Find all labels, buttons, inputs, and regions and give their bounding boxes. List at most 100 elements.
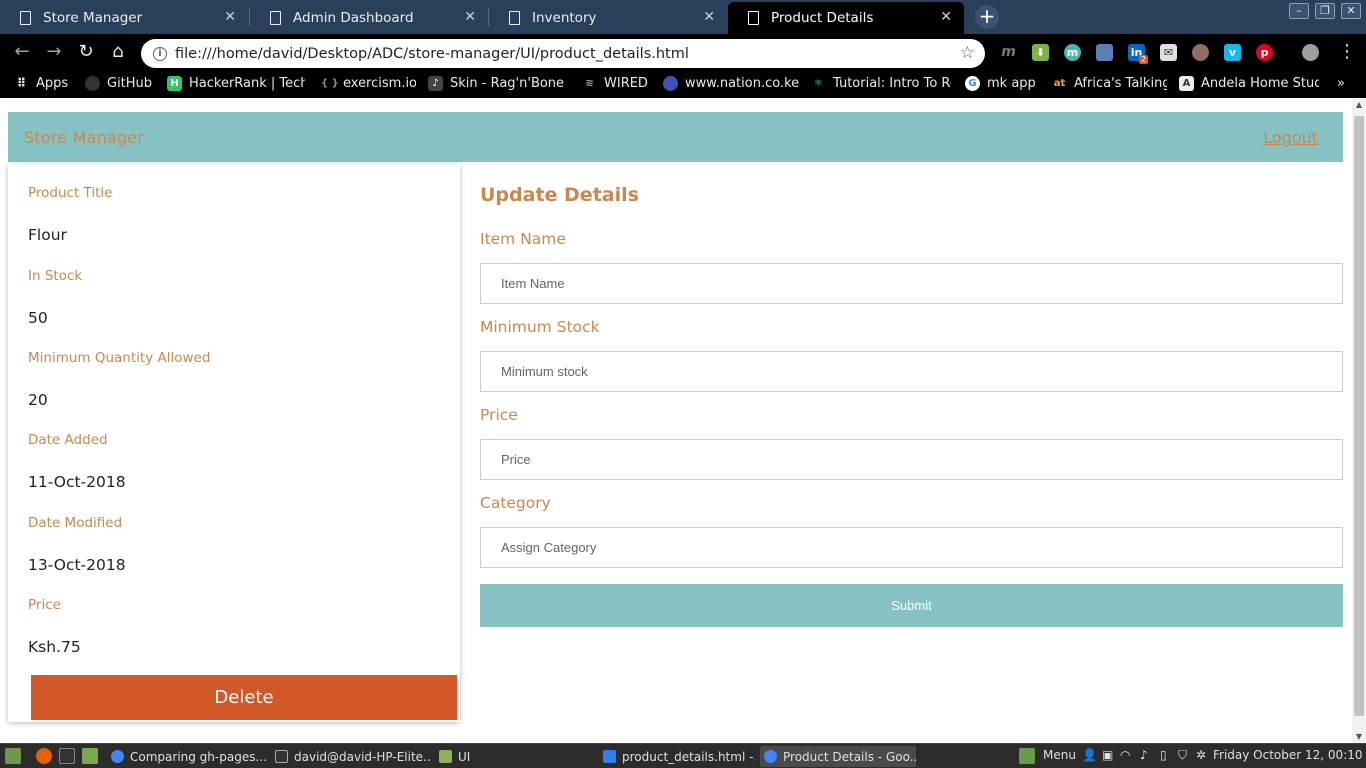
page-scrollbar[interactable]: ▲ ▼ <box>1352 98 1366 743</box>
wifi-icon[interactable]: ◠ <box>1120 748 1130 762</box>
min-quantity-value: 20 <box>28 391 48 409</box>
tab-product-details[interactable]: Product Details ✕ <box>728 2 964 34</box>
bookmark-nation[interactable]: www.nation.co.ke <box>663 76 801 91</box>
vimeo-extension-icon[interactable]: v <box>1224 44 1241 61</box>
forward-arrow-icon[interactable]: → <box>43 41 65 62</box>
price-field-label: Price <box>480 406 518 424</box>
date-modified-label: Date Modified <box>28 515 123 531</box>
document-icon <box>748 11 759 25</box>
scroll-up-arrow-icon[interactable]: ▲ <box>1352 100 1366 109</box>
mint-menu-icon[interactable] <box>1019 748 1035 764</box>
profile-avatar-icon[interactable] <box>1302 44 1319 61</box>
item-name-label: Item Name <box>480 230 566 248</box>
price-input[interactable] <box>480 439 1343 480</box>
page-viewport: Store Manager Logout Product Title Flour… <box>0 98 1366 743</box>
minimum-stock-label: Minimum Stock <box>480 318 600 336</box>
browser-toolbar: ← → ↻ ⌂ i file:///home/david/Desktop/ADC… <box>0 34 1366 72</box>
bookmark-apps[interactable]: ⠿ Apps <box>14 76 74 91</box>
vscode-icon <box>603 750 616 763</box>
item-name-input[interactable] <box>480 263 1343 304</box>
submit-button[interactable]: Submit <box>480 584 1343 627</box>
wired-icon: ≋ <box>585 78 594 89</box>
min-quantity-label: Minimum Quantity Allowed <box>28 350 211 366</box>
react-icon: ⚛ <box>814 78 823 89</box>
price-label: Price <box>28 597 61 613</box>
bookmark-star-icon[interactable]: ☆ <box>960 43 975 63</box>
close-tab-icon[interactable]: ✕ <box>940 9 952 25</box>
bookmark-mk-app[interactable]: G mk app <box>965 76 1040 91</box>
battery-icon[interactable]: ▯ <box>1160 748 1167 762</box>
bookmark-react-tutorial[interactable]: ⚛ Tutorial: Intro To Re <box>811 76 951 91</box>
bookmark-exercism[interactable]: { } exercism.io <box>321 76 416 91</box>
extension-avatar-icon[interactable] <box>1192 44 1209 61</box>
more-bookmarks-chevron-icon[interactable]: » <box>1337 76 1353 91</box>
bookmark-africas-talking[interactable]: at Africa's Talking <box>1052 76 1167 91</box>
address-bar[interactable]: i file:///home/david/Desktop/ADC/store-m… <box>141 39 985 68</box>
close-tab-icon[interactable]: ✕ <box>224 9 236 25</box>
extension-circle-icon[interactable]: m <box>1064 44 1081 61</box>
browser-tab-strip: Store Manager ✕ Admin Dashboard ✕ Invent… <box>0 0 1366 34</box>
info-icon[interactable]: i <box>153 46 167 61</box>
taskbar-window-ui-folder[interactable]: UI <box>435 746 595 767</box>
bookmark-wired[interactable]: ≋ WIRED <box>582 76 652 91</box>
logout-link[interactable]: Logout <box>1263 128 1318 147</box>
files-launcher-icon[interactable] <box>82 748 98 764</box>
tab-store-manager[interactable]: Store Manager ✕ <box>0 2 248 34</box>
taskbar-window-vscode[interactable]: product_details.html -... <box>599 746 755 767</box>
bookmarks-bar: ⠿ Apps GitHub H HackerRank | Techn { } e… <box>0 72 1366 98</box>
close-window-button[interactable]: ✕ <box>1341 3 1361 19</box>
scroll-down-arrow-icon[interactable]: ▼ <box>1352 732 1366 741</box>
extension-m-icon[interactable]: m <box>1000 44 1017 61</box>
delete-button[interactable]: Delete <box>31 675 457 720</box>
date-modified-value: 13-Oct-2018 <box>28 556 126 574</box>
download-extension-icon[interactable]: ⬇ <box>1032 44 1049 61</box>
google-icon: G <box>965 76 980 91</box>
pinterest-extension-icon[interactable]: p <box>1256 44 1273 61</box>
scrollbar-thumb[interactable] <box>1354 116 1364 716</box>
terminal-launcher-icon[interactable] <box>59 748 75 764</box>
volume-icon[interactable]: ♪ <box>1140 748 1148 762</box>
tab-title: Admin Dashboard <box>293 10 414 26</box>
update-details-title: Update Details <box>480 184 639 206</box>
menu-button[interactable]: Menu <box>1043 748 1076 762</box>
firefox-launcher-icon[interactable] <box>36 748 52 764</box>
taskbar-window-github[interactable]: Comparing gh-pages.... <box>107 746 267 767</box>
taskbar-window-terminal[interactable]: david@david-HP-Elite... <box>271 746 431 767</box>
document-icon <box>270 11 281 25</box>
folder-icon <box>439 750 452 763</box>
maximize-window-button[interactable]: ❐ <box>1315 3 1335 19</box>
chrome-icon <box>764 750 777 763</box>
minimum-stock-input[interactable] <box>480 351 1343 392</box>
bookmark-andela[interactable]: A Andela Home Stud <box>1179 76 1319 91</box>
reload-icon[interactable]: ↻ <box>75 41 97 62</box>
tab-admin-dashboard[interactable]: Admin Dashboard ✕ <box>250 2 488 34</box>
terminal-icon <box>275 750 288 763</box>
settings-gear-icon[interactable]: ✲ <box>1196 748 1206 762</box>
mail-extension-icon[interactable]: ✉ <box>1160 44 1177 61</box>
tab-inventory[interactable]: Inventory ✕ <box>489 2 727 34</box>
globe-icon <box>663 76 678 91</box>
address-bar-url: file:///home/david/Desktop/ADC/store-man… <box>175 45 689 62</box>
shield-icon[interactable]: ⛉ <box>1178 748 1187 763</box>
show-desktop-icon[interactable] <box>5 748 21 764</box>
andela-icon: A <box>1179 76 1194 91</box>
taskbar-window-chrome[interactable]: Product Details - Goo... <box>760 746 916 767</box>
menu-kebab-icon[interactable]: ⋮ <box>1336 41 1358 62</box>
brand-link[interactable]: Store Manager <box>24 128 144 147</box>
new-tab-button[interactable]: + <box>975 5 999 29</box>
bookmark-hackerrank[interactable]: H HackerRank | Techn <box>167 76 305 91</box>
tab-title: Product Details <box>771 10 874 26</box>
update-manager-icon[interactable]: ▣ <box>1102 748 1113 762</box>
in-stock-value: 50 <box>28 309 48 327</box>
bookmark-ragnbone[interactable]: ♪ Skin - Rag'n'Bone M <box>428 76 568 91</box>
close-tab-icon[interactable]: ✕ <box>464 9 476 25</box>
back-arrow-icon[interactable]: ← <box>11 41 33 62</box>
user-icon[interactable]: 👤 <box>1082 748 1097 762</box>
taskbar-clock[interactable]: Friday October 12, 00:10 <box>1213 748 1363 762</box>
home-icon[interactable]: ⌂ <box>107 41 129 62</box>
calendar-extension-icon[interactable] <box>1096 44 1113 61</box>
close-tab-icon[interactable]: ✕ <box>703 9 715 25</box>
category-input[interactable] <box>480 527 1343 568</box>
bookmark-github[interactable]: GitHub <box>85 76 165 91</box>
minimize-window-button[interactable]: – <box>1289 3 1309 19</box>
